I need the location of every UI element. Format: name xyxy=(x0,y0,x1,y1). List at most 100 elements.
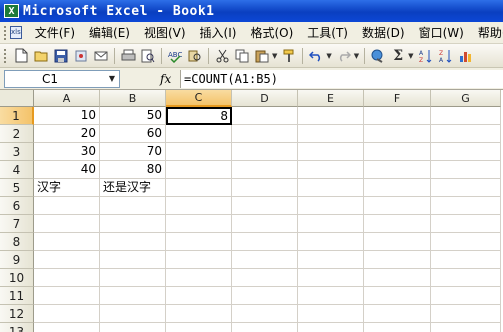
cell-e1[interactable] xyxy=(298,107,364,125)
cell-b5[interactable]: 还是汉字 xyxy=(100,179,166,197)
autosum-icon[interactable]: Σ xyxy=(389,47,407,65)
name-box-chevron-down-icon[interactable]: ▼ xyxy=(109,74,115,83)
cell-f4[interactable] xyxy=(364,161,431,179)
cell-b4[interactable]: 80 xyxy=(100,161,166,179)
cell-g10[interactable] xyxy=(431,269,501,287)
cell-e5[interactable] xyxy=(298,179,364,197)
cell-b9[interactable] xyxy=(100,251,166,269)
format-painter-icon[interactable] xyxy=(280,47,298,65)
cell-b7[interactable] xyxy=(100,215,166,233)
cell-e7[interactable] xyxy=(298,215,364,233)
undo-icon[interactable] xyxy=(307,47,325,65)
cell-d8[interactable] xyxy=(232,233,298,251)
cell-c12[interactable] xyxy=(166,305,232,323)
cell-g9[interactable] xyxy=(431,251,501,269)
row-header-6[interactable]: 6 xyxy=(0,197,34,215)
row-header-13[interactable]: 13 xyxy=(0,323,34,332)
cell-d7[interactable] xyxy=(232,215,298,233)
sort-descending-icon[interactable]: ZA xyxy=(437,47,455,65)
sort-ascending-icon[interactable]: AZ xyxy=(417,47,435,65)
redo-icon[interactable] xyxy=(335,47,353,65)
menu-file[interactable]: 文件(F) xyxy=(28,24,82,41)
cell-g6[interactable] xyxy=(431,197,501,215)
cell-e13[interactable] xyxy=(298,323,364,332)
cell-b6[interactable] xyxy=(100,197,166,215)
cell-b12[interactable] xyxy=(100,305,166,323)
cell-d3[interactable] xyxy=(232,143,298,161)
cell-b3[interactable]: 70 xyxy=(100,143,166,161)
autosum-chevron-down-icon[interactable]: ▼ xyxy=(408,52,413,60)
name-box[interactable]: C1 ▼ xyxy=(4,69,120,88)
menu-window[interactable]: 窗口(W) xyxy=(412,24,471,41)
print-preview-icon[interactable] xyxy=(139,47,157,65)
cell-a4[interactable]: 40 xyxy=(34,161,100,179)
column-header-f[interactable]: F xyxy=(364,90,431,107)
cell-e6[interactable] xyxy=(298,197,364,215)
row-header-8[interactable]: 8 xyxy=(0,233,34,251)
cut-icon[interactable] xyxy=(213,47,231,65)
cell-a10[interactable] xyxy=(34,269,100,287)
cell-d13[interactable] xyxy=(232,323,298,332)
cell-g11[interactable] xyxy=(431,287,501,305)
cell-c13[interactable] xyxy=(166,323,232,332)
column-header-c[interactable]: C xyxy=(166,90,232,107)
cell-f10[interactable] xyxy=(364,269,431,287)
cell-g7[interactable] xyxy=(431,215,501,233)
row-header-11[interactable]: 11 xyxy=(0,287,34,305)
cell-b1[interactable]: 50 xyxy=(100,107,166,125)
cell-d12[interactable] xyxy=(232,305,298,323)
cell-e11[interactable] xyxy=(298,287,364,305)
cell-a8[interactable] xyxy=(34,233,100,251)
column-header-a[interactable]: A xyxy=(34,90,100,107)
cell-d11[interactable] xyxy=(232,287,298,305)
menu-format[interactable]: 格式(O) xyxy=(243,24,300,41)
cell-f11[interactable] xyxy=(364,287,431,305)
cell-d9[interactable] xyxy=(232,251,298,269)
menu-tools[interactable]: 工具(T) xyxy=(300,24,355,41)
menu-edit[interactable]: 编辑(E) xyxy=(82,24,137,41)
cell-a7[interactable] xyxy=(34,215,100,233)
cell-e10[interactable] xyxy=(298,269,364,287)
document-icon[interactable]: xls xyxy=(10,26,22,39)
row-header-9[interactable]: 9 xyxy=(0,251,34,269)
column-header-e[interactable]: E xyxy=(298,90,364,107)
cell-d2[interactable] xyxy=(232,125,298,143)
excel-app-icon[interactable]: X xyxy=(4,4,19,18)
cell-c4[interactable] xyxy=(166,161,232,179)
spelling-icon[interactable]: ABC xyxy=(166,47,184,65)
cell-c10[interactable] xyxy=(166,269,232,287)
hyperlink-icon[interactable] xyxy=(369,47,387,65)
cell-a1[interactable]: 10 xyxy=(34,107,100,125)
cell-g12[interactable] xyxy=(431,305,501,323)
menu-help[interactable]: 帮助(H) xyxy=(471,24,503,41)
cell-d5[interactable] xyxy=(232,179,298,197)
cell-f12[interactable] xyxy=(364,305,431,323)
cell-g4[interactable] xyxy=(431,161,501,179)
cell-a13[interactable] xyxy=(34,323,100,332)
cell-a11[interactable] xyxy=(34,287,100,305)
save-icon[interactable] xyxy=(52,47,70,65)
cell-e9[interactable] xyxy=(298,251,364,269)
cell-c2[interactable] xyxy=(166,125,232,143)
cell-a3[interactable]: 30 xyxy=(34,143,100,161)
column-header-g[interactable]: G xyxy=(431,90,501,107)
cell-d4[interactable] xyxy=(232,161,298,179)
cell-f3[interactable] xyxy=(364,143,431,161)
cell-e12[interactable] xyxy=(298,305,364,323)
paste-options-chevron-down-icon[interactable]: ▼ xyxy=(272,52,277,60)
menu-grip-handle[interactable] xyxy=(4,25,6,40)
chart-icon[interactable] xyxy=(457,47,475,65)
cell-f13[interactable] xyxy=(364,323,431,332)
cell-c6[interactable] xyxy=(166,197,232,215)
row-header-12[interactable]: 12 xyxy=(0,305,34,323)
cell-f6[interactable] xyxy=(364,197,431,215)
cell-a12[interactable] xyxy=(34,305,100,323)
cell-c1[interactable]: 8 xyxy=(166,107,232,125)
cell-a9[interactable] xyxy=(34,251,100,269)
cell-g1[interactable] xyxy=(431,107,501,125)
cell-b10[interactable] xyxy=(100,269,166,287)
formula-input[interactable]: =COUNT(A1:B5) xyxy=(180,69,503,88)
cell-g13[interactable] xyxy=(431,323,501,332)
new-icon[interactable] xyxy=(12,47,30,65)
cell-c3[interactable] xyxy=(166,143,232,161)
